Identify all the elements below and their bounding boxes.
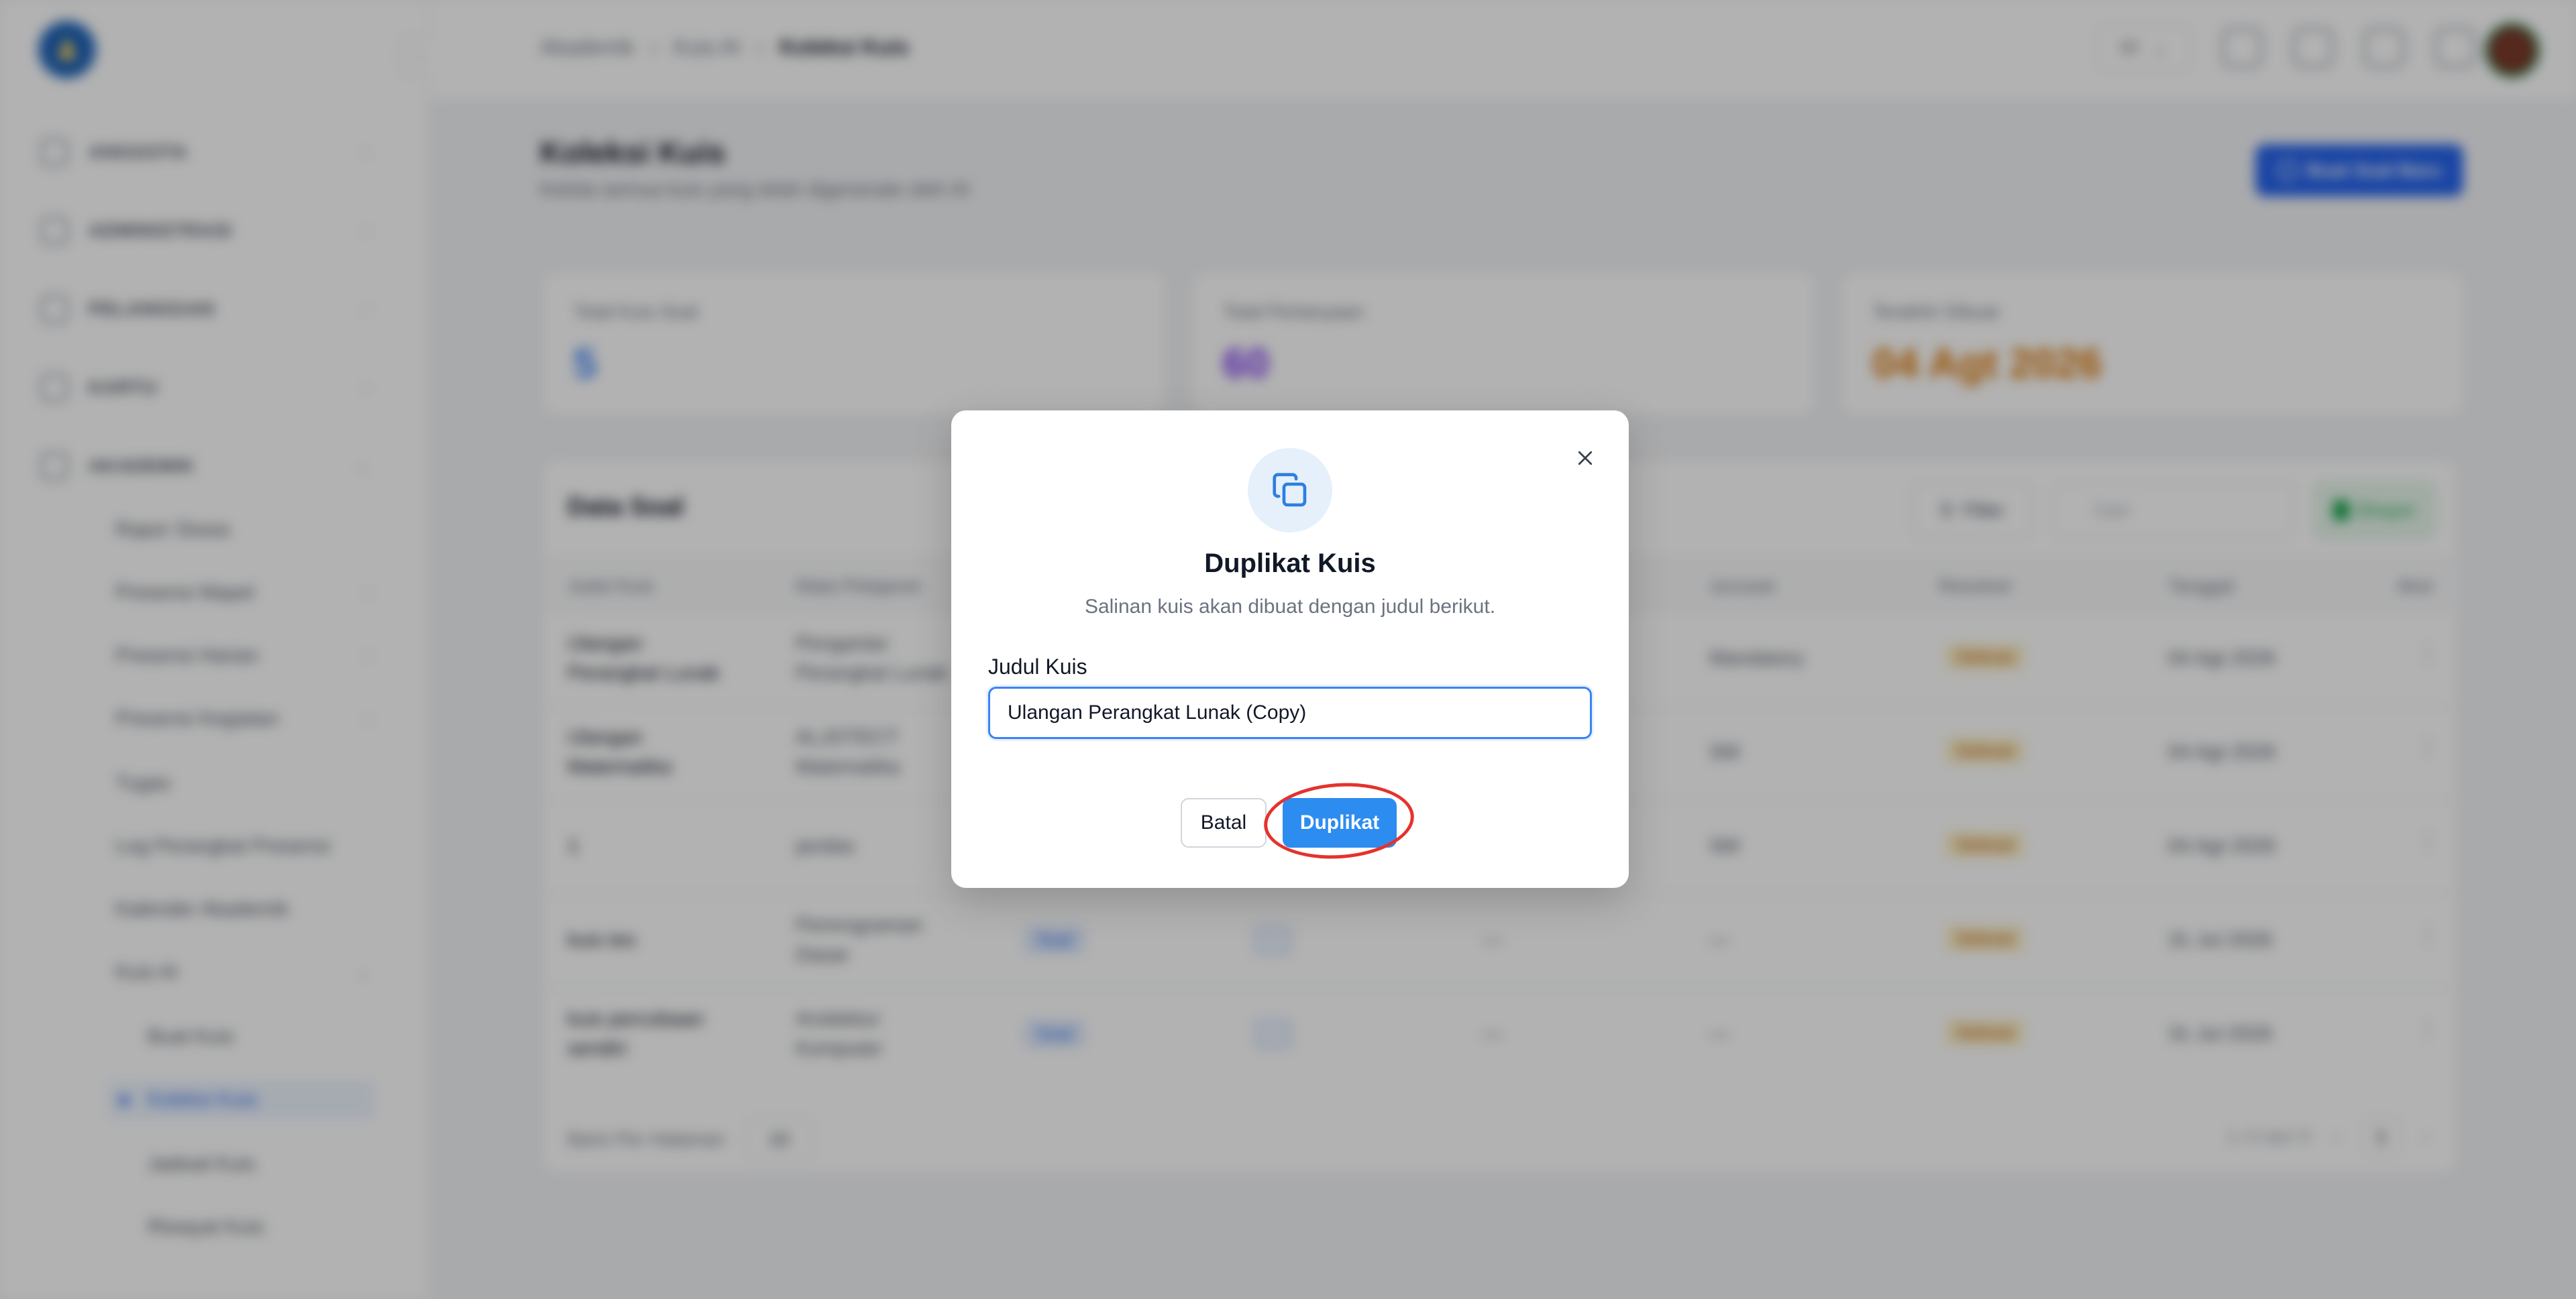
dialog-title: Duplikat Kuis [1204, 549, 1376, 578]
quiz-title-input[interactable] [988, 687, 1592, 739]
duplicate-button[interactable]: Duplikat [1283, 798, 1397, 848]
copy-icon [1273, 473, 1307, 507]
quiz-title-label: Judul Kuis [988, 655, 1087, 679]
close-icon [1578, 451, 1593, 465]
copy-icon-badge [1248, 448, 1332, 532]
close-button[interactable] [1568, 441, 1602, 475]
cancel-button[interactable]: Batal [1181, 798, 1267, 848]
dialog-description: Salinan kuis akan dibuat dengan judul be… [1084, 596, 1496, 618]
duplicate-quiz-dialog: Duplikat Kuis Salinan kuis akan dibuat d… [951, 410, 1629, 888]
